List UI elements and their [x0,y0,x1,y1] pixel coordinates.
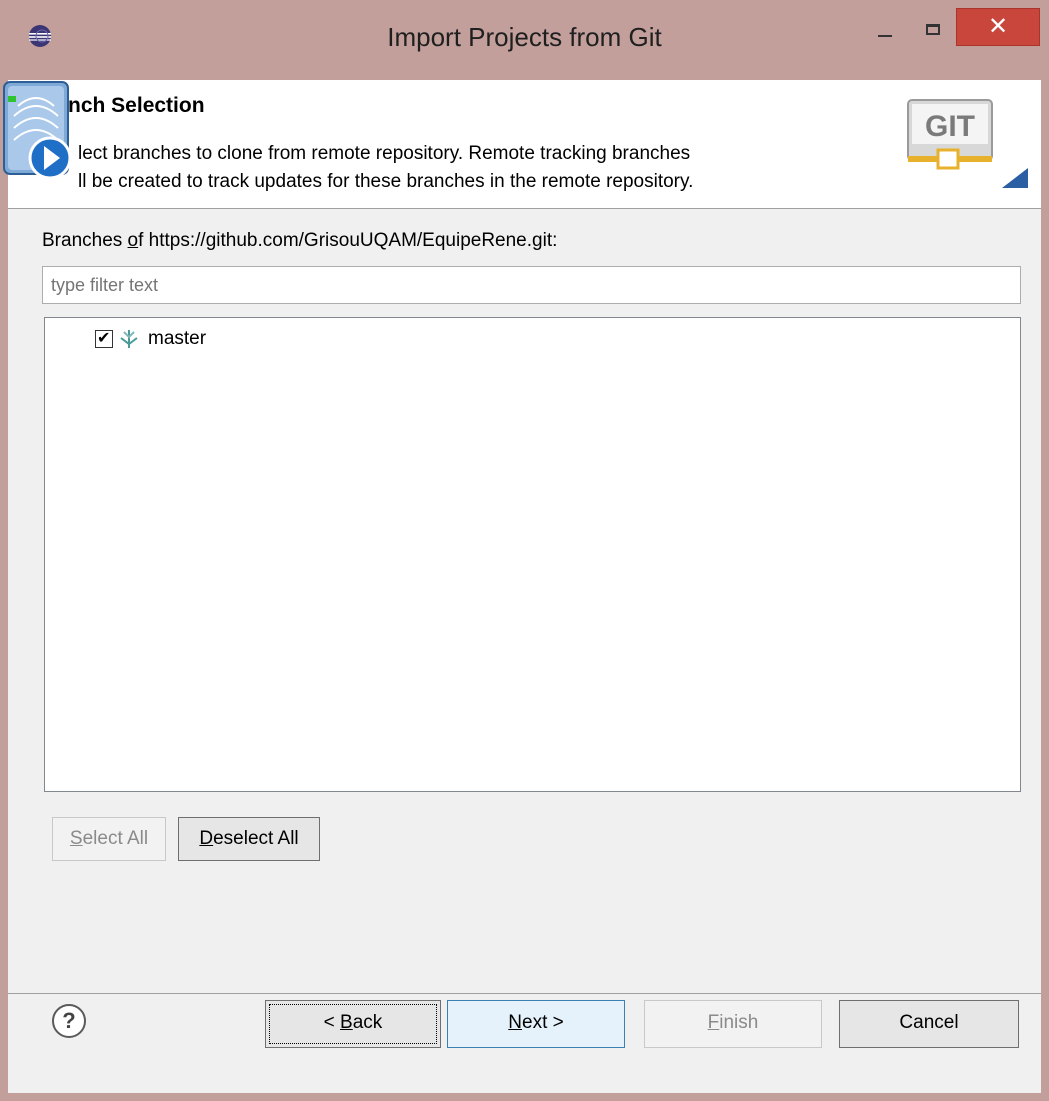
close-icon: ✕ [987,13,1009,40]
branch-icon [120,330,138,348]
git-logo: GIT [907,99,1028,188]
git-logo-text: GIT [925,110,975,143]
cancel-button[interactable]: Cancel [839,1000,1019,1048]
banner-description-line-2: ll be created to track updates for these… [78,171,694,192]
branch-item-master[interactable]: master [95,327,206,351]
dialog-client-area: nch Selection lect branches to clone fro… [3,80,1041,1093]
next-button[interactable]: Next > [447,1000,625,1048]
branch-tree[interactable]: master [44,317,1021,792]
close-button[interactable]: ✕ [956,8,1040,46]
filter-input[interactable] [42,266,1021,304]
back-button[interactable]: < Back [265,1000,441,1048]
wizard-banner: nch Selection lect branches to clone fro… [3,80,1041,209]
banner-description: lect branches to clone from remote repos… [78,140,898,196]
title-bar[interactable]: Import Projects from Git ✕ [0,0,1049,80]
maximize-button[interactable] [914,18,954,48]
minimize-button[interactable] [868,18,908,48]
select-all-button[interactable]: Select All [52,817,166,861]
focus-ring [269,1004,437,1044]
import-projects-window: Import Projects from Git ✕ nch Selection… [0,0,1049,1101]
branches-label: Branches of https://github.com/GrisouUQA… [42,230,558,251]
branch-label: master [148,328,207,349]
branch-checkbox[interactable] [95,328,113,348]
footer-separator [8,993,1041,994]
banner-title: nch Selection [68,94,205,117]
wizard-fingerprint-icon [3,81,72,180]
help-icon[interactable]: ? [52,1004,86,1038]
finish-button[interactable]: Finish [644,1000,822,1048]
deselect-all-button[interactable]: Deselect All [178,817,320,861]
banner-description-line-1: lect branches to clone from remote repos… [78,143,691,164]
